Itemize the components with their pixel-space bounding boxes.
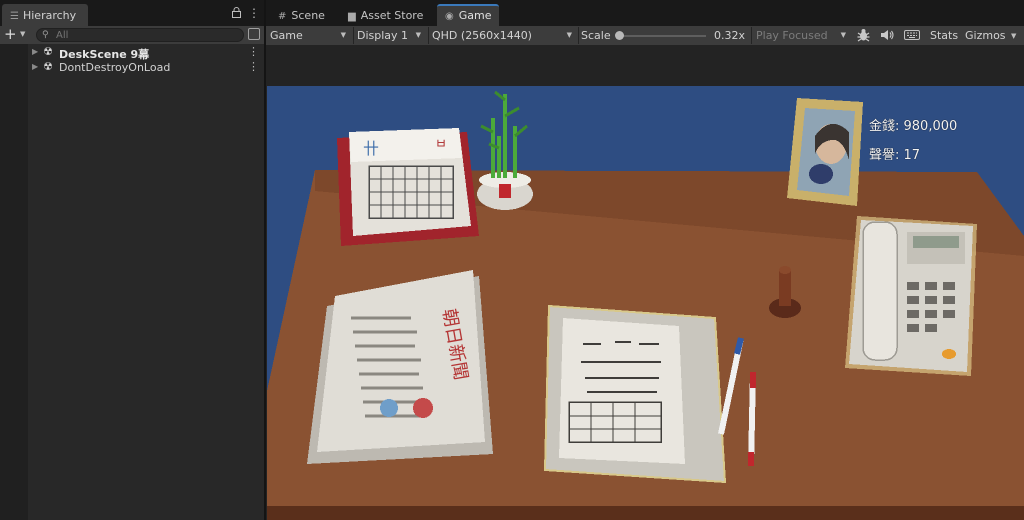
unity-scene-icon: ☢ — [43, 45, 53, 58]
reputation-counter: 聲譽: 17 — [869, 148, 921, 163]
kebab-menu-icon[interactable]: ⋮ — [248, 45, 259, 58]
speaker-icon[interactable] — [880, 28, 895, 42]
scale-label: Scale — [581, 29, 611, 42]
expand-arrow-icon[interactable]: ▶ — [32, 62, 38, 71]
plus-icon[interactable]: + — [4, 26, 17, 43]
toolbar-divider — [578, 27, 579, 44]
scale-value: 0.32x — [714, 29, 746, 42]
chevron-down-icon: ▼ — [566, 31, 572, 39]
view-mode-dropdown[interactable]: Game ▼ — [270, 26, 350, 45]
hierarchy-gutter — [0, 44, 28, 520]
photo-frame[interactable] — [787, 98, 863, 206]
svg-text:卄: 卄 — [363, 139, 379, 158]
keyboard-icon[interactable] — [904, 30, 920, 40]
tab-scene[interactable]: # Scene — [270, 4, 333, 26]
view-mode-value: Game — [270, 29, 303, 42]
search-input[interactable] — [56, 28, 236, 42]
tab-hierarchy-label: Hierarchy — [22, 9, 77, 22]
hierarchy-list-icon: ☰ — [10, 11, 19, 22]
hierarchy-item-label: DontDestroyOnLoad — [59, 61, 171, 74]
expand-arrow-icon[interactable]: ▶ — [32, 47, 38, 56]
gamepad-icon: ◉ — [445, 11, 454, 22]
shopping-bag-icon: ▆ — [348, 11, 356, 22]
money-counter: 金錢: 980,000 — [869, 119, 958, 134]
kebab-menu-icon[interactable]: ⋮ — [248, 6, 260, 20]
chevron-down-icon[interactable]: ▼ — [1011, 32, 1016, 40]
filter-icon[interactable] — [248, 28, 260, 40]
chevron-down-icon[interactable]: ▼ — [20, 30, 25, 38]
desk-calendar[interactable]: 卄 ㅂ — [337, 128, 479, 246]
play-mode-dropdown[interactable]: Play Focused ▼ — [756, 26, 850, 45]
search-icon: ⚲ — [42, 30, 49, 40]
unity-scene-icon: ☢ — [43, 60, 53, 73]
bug-icon[interactable] — [856, 28, 871, 42]
chevron-down-icon: ▼ — [415, 31, 421, 39]
resolution-value: QHD (2560x1440) — [432, 29, 532, 42]
newspaper[interactable]: 朝日新聞 — [307, 270, 493, 464]
telephone[interactable] — [845, 216, 977, 376]
document-stack[interactable] — [543, 304, 727, 484]
kebab-menu-icon[interactable]: ⋮ — [248, 60, 259, 73]
svg-text:ㅂ: ㅂ — [435, 137, 447, 152]
scene-grid-icon: # — [278, 11, 287, 22]
play-mode-value: Play Focused — [756, 29, 828, 42]
tab-hierarchy[interactable]: ☰ Hierarchy — [2, 4, 88, 26]
scale-slider-handle[interactable] — [615, 31, 624, 40]
tab-scene-label: Scene — [291, 9, 325, 22]
tab-game[interactable]: ◉ Game — [437, 4, 500, 26]
scale-slider-track[interactable] — [620, 35, 706, 37]
hierarchy-item-deskscene[interactable]: ▶ ☢ DeskScene 9幕 ⋮ — [28, 45, 264, 61]
tab-game-label: Game — [458, 9, 492, 22]
toolbar-divider — [353, 27, 354, 44]
lock-icon[interactable] — [232, 7, 241, 21]
chevron-down-icon: ▼ — [840, 31, 846, 39]
display-value: Display 1 — [357, 29, 409, 42]
resolution-dropdown[interactable]: QHD (2560x1440) ▼ — [432, 26, 576, 45]
hierarchy-panel — [0, 0, 264, 520]
tab-asset-store-label: Asset Store — [360, 9, 424, 22]
gizmos-button[interactable]: Gizmos — [965, 29, 1006, 42]
toolbar-divider — [428, 27, 429, 44]
display-dropdown[interactable]: Display 1 ▼ — [357, 26, 425, 45]
toolbar-divider — [751, 27, 752, 44]
stats-button[interactable]: Stats — [930, 29, 958, 42]
chevron-down-icon: ▼ — [340, 31, 346, 39]
hierarchy-item-dontdestroyonload[interactable]: ▶ ☢ DontDestroyOnLoad ⋮ — [28, 60, 264, 75]
tab-asset-store[interactable]: ▆ Asset Store — [340, 4, 431, 26]
